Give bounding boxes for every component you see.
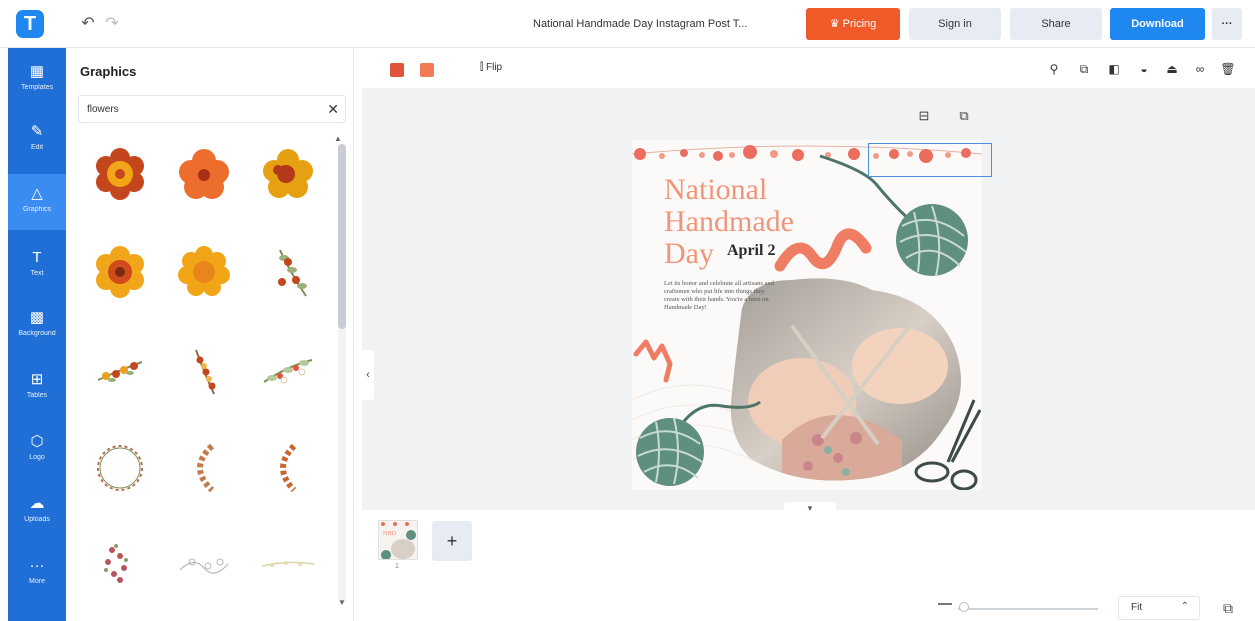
panel-title: Graphics xyxy=(80,64,137,79)
left-nav: ▦ Templates ✎ Edit △ Graphics T Text ▩ B… xyxy=(8,48,66,621)
zoom-value: Fit xyxy=(1131,602,1143,613)
graphic-item[interactable] xyxy=(90,342,150,402)
opacity-icon[interactable]: ◒ xyxy=(1136,61,1152,77)
close-icon[interactable]: ✕ xyxy=(327,101,339,117)
zoom-out-icon[interactable] xyxy=(938,603,952,605)
zoom-dropdown[interactable]: Fit ⌃ xyxy=(1118,596,1200,620)
chevron-up-icon: ⌃ xyxy=(1180,601,1189,612)
graphic-item[interactable] xyxy=(90,144,150,204)
add-page-button[interactable]: + xyxy=(432,521,472,561)
graphic-item[interactable] xyxy=(174,144,234,204)
undo-icon[interactable]: ↶ xyxy=(78,14,98,34)
delete-icon[interactable]: 🗑 xyxy=(1220,61,1236,77)
page-thumbnail[interactable]: NHD xyxy=(378,520,418,560)
layers-icon[interactable]: ◧ xyxy=(1106,61,1122,77)
scroll-down-icon[interactable]: ▼ xyxy=(338,598,346,607)
graphic-item[interactable] xyxy=(90,242,150,302)
document-title[interactable]: National Handmade Day Instagram Post T..… xyxy=(527,8,789,40)
download-button[interactable]: Download xyxy=(1110,8,1205,40)
tables-icon: ⊞ xyxy=(30,371,44,388)
more-icon: ··· xyxy=(29,557,45,574)
pricing-button[interactable]: ♛ Pricing xyxy=(806,8,900,40)
duplicate-icon[interactable]: ⧉ xyxy=(1076,61,1092,77)
zoom-slider[interactable] xyxy=(958,608,1098,610)
design-canvas[interactable]: National Handmade Day April 2 Let its ho… xyxy=(632,140,982,490)
graphics-icon: △ xyxy=(31,185,43,202)
nav-more[interactable]: ··· More xyxy=(8,546,66,602)
editor-toolbar: ⫿ Flip ⚲ ⧉ ◧ ◒ ⏏ ∞ 🗑 xyxy=(362,55,1255,85)
graphic-item[interactable] xyxy=(90,438,150,498)
app-logo[interactable]: T xyxy=(16,10,44,38)
design-date[interactable]: April 2 xyxy=(727,242,775,260)
graphic-item[interactable] xyxy=(90,534,150,594)
page-number: 1 xyxy=(395,563,399,570)
graphics-panel: Graphics ✕ xyxy=(66,48,354,621)
design-body-text[interactable]: Let its honor and celebrate all artisans… xyxy=(664,280,774,312)
lock-icon[interactable]: ⏏ xyxy=(1164,61,1180,77)
page-thumbnail-preview: NHD xyxy=(381,522,416,559)
scroll-thumb[interactable] xyxy=(338,144,346,329)
graphic-item[interactable] xyxy=(174,534,234,594)
templates-icon: ▦ xyxy=(29,63,45,80)
align-icon[interactable]: ⊟ xyxy=(916,108,932,124)
nav-uploads[interactable]: ☁ Uploads xyxy=(8,484,66,540)
paint-format-icon[interactable]: ⚲ xyxy=(1046,61,1062,77)
logo-icon: ⬡ xyxy=(30,433,44,450)
nav-text[interactable]: T Text xyxy=(8,238,66,294)
redo-icon[interactable]: ↷ xyxy=(102,14,122,34)
more-options-button[interactable]: ··· xyxy=(1212,8,1242,40)
graphic-item[interactable] xyxy=(174,342,234,402)
sign-in-button[interactable]: Sign in xyxy=(909,8,1001,40)
selection-box[interactable] xyxy=(868,143,992,177)
graphic-item[interactable] xyxy=(258,144,318,204)
help-icon[interactable]: ⧉ xyxy=(1218,598,1238,618)
graphic-item[interactable] xyxy=(258,438,318,498)
scroll-up-icon[interactable]: ▲ xyxy=(334,134,342,143)
panel-scrollbar[interactable] xyxy=(338,144,346,604)
resize-handle[interactable]: ▾ xyxy=(784,502,836,514)
graphic-item[interactable] xyxy=(258,242,318,302)
uploads-icon: ☁ xyxy=(29,495,45,512)
share-button[interactable]: Share xyxy=(1010,8,1102,40)
nav-background[interactable]: ▩ Background xyxy=(8,298,66,354)
graphic-item[interactable] xyxy=(174,242,234,302)
nav-tables[interactable]: ⊞ Tables xyxy=(8,360,66,416)
collapse-panel-button[interactable]: ‹ xyxy=(362,350,374,400)
nav-templates[interactable]: ▦ Templates xyxy=(8,52,66,108)
zoom-slider-knob[interactable] xyxy=(959,602,969,612)
background-icon: ▩ xyxy=(29,309,45,326)
svg-text:NHD: NHD xyxy=(383,531,397,537)
nav-graphics[interactable]: △ Graphics xyxy=(8,174,66,230)
nav-logo[interactable]: ⬡ Logo xyxy=(8,422,66,478)
flip-icon: ⫿ xyxy=(480,62,484,73)
text-icon: T xyxy=(32,249,42,266)
color-swatch[interactable] xyxy=(420,63,434,77)
copy-icon[interactable]: ⧉ xyxy=(956,108,972,124)
flip-button[interactable]: ⫿ Flip xyxy=(480,62,502,73)
top-bar: T ↶ ↷ National Handmade Day Instagram Po… xyxy=(0,0,1255,48)
crown-icon: ♛ xyxy=(829,18,840,30)
color-swatch[interactable] xyxy=(390,63,404,77)
link-icon[interactable]: ∞ xyxy=(1192,61,1208,77)
graphic-item[interactable] xyxy=(258,342,318,402)
edit-icon: ✎ xyxy=(30,123,44,140)
search-box: ✕ xyxy=(78,95,346,123)
graphic-item[interactable] xyxy=(258,534,318,594)
search-input[interactable] xyxy=(79,96,309,122)
graphic-item[interactable] xyxy=(174,438,234,498)
nav-edit[interactable]: ✎ Edit xyxy=(8,112,66,168)
